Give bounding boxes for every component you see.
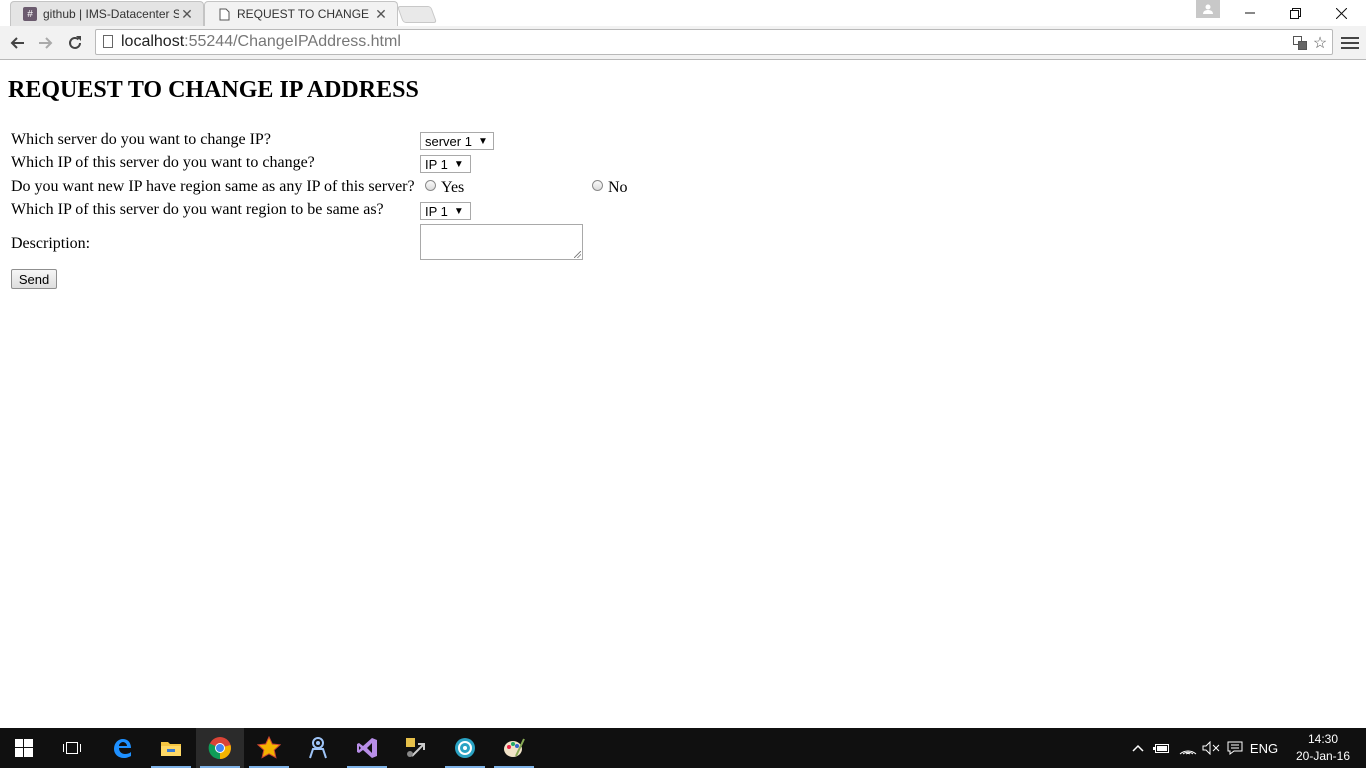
close-tab-icon[interactable]: ✕ <box>179 6 195 23</box>
tab-title: github | IMS-Datacenter Sl <box>43 7 179 21</box>
tab-change-ip[interactable]: REQUEST TO CHANGE IP A ✕ <box>204 1 398 26</box>
description-label: Description: <box>11 235 91 252</box>
visual-studio-icon[interactable] <box>343 728 391 768</box>
tab-title: REQUEST TO CHANGE IP A <box>237 7 373 21</box>
reload-button[interactable] <box>63 31 87 55</box>
language-indicator[interactable]: ENG <box>1248 728 1280 768</box>
region-ip-question-label: Which IP of this server do you want regi… <box>11 201 384 218</box>
region-ip-select[interactable]: IP 1 ▼ <box>420 202 471 220</box>
ip-question-label: Which IP of this server do you want to c… <box>11 154 315 171</box>
show-hidden-icons-icon[interactable] <box>1128 728 1148 768</box>
new-tab-button[interactable] <box>396 6 438 23</box>
send-button[interactable]: Send <box>11 269 57 289</box>
star-app-icon[interactable] <box>245 728 293 768</box>
region-yes-label: Yes <box>441 179 465 196</box>
windows-taskbar: ENG 14:30 20-Jan-16 <box>0 728 1366 768</box>
bookmark-star-icon[interactable]: ☆ <box>1310 33 1330 53</box>
close-window-button[interactable] <box>1318 0 1364 26</box>
server-select[interactable]: server 1 ▼ <box>420 132 494 150</box>
address-bar[interactable]: localhost:55244/ChangeIPAddress.html ☆ <box>95 29 1333 55</box>
start-icon[interactable] <box>0 728 48 768</box>
region-question-label: Do you want new IP have region same as a… <box>11 178 415 195</box>
close-tab-icon[interactable]: ✕ <box>373 6 389 23</box>
forward-button[interactable] <box>34 31 58 55</box>
resize-grip-icon[interactable] <box>574 251 581 258</box>
volume-muted-icon[interactable] <box>1200 728 1222 768</box>
chrome-menu-icon[interactable] <box>1341 33 1359 53</box>
region-no-radio[interactable] <box>592 180 603 191</box>
dropdown-arrow-icon: ▼ <box>453 205 464 217</box>
chrome-icon[interactable] <box>196 728 244 768</box>
reload-icon <box>69 36 81 49</box>
profile-icon[interactable] <box>1196 0 1220 18</box>
edge-icon[interactable] <box>98 728 146 768</box>
url-text: localhost:55244/ChangeIPAddress.html <box>121 33 401 50</box>
tools-app-icon[interactable] <box>392 728 440 768</box>
hash-favicon-icon: # <box>23 7 37 21</box>
clock-date: 20-Jan-16 <box>1295 749 1351 763</box>
region-yes-radio[interactable] <box>425 180 436 191</box>
page-icon <box>103 35 113 48</box>
dropdown-arrow-icon: ▼ <box>477 135 488 147</box>
notification-icon[interactable] <box>1224 728 1246 768</box>
page-content: REQUEST TO CHANGE IP ADDRESS Which serve… <box>0 61 1366 728</box>
dropdown-arrow-icon: ▼ <box>453 158 464 170</box>
ip-select-value: IP 1 <box>425 156 448 172</box>
minimize-button[interactable] <box>1227 0 1273 26</box>
page-favicon-icon <box>217 7 231 21</box>
region-no-label: No <box>608 179 628 196</box>
file-explorer-icon[interactable] <box>147 728 195 768</box>
restore-button[interactable] <box>1272 0 1318 26</box>
back-button[interactable] <box>5 31 29 55</box>
system-clock[interactable]: 14:30 20-Jan-16 <box>1292 731 1354 765</box>
globe-app-icon[interactable] <box>441 728 489 768</box>
task-view-icon[interactable] <box>48 728 96 768</box>
region-ip-select-value: IP 1 <box>425 203 448 219</box>
server-question-label: Which server do you want to change IP? <box>11 131 271 148</box>
paint-app-icon[interactable] <box>490 728 538 768</box>
browser-titlebar: # github | IMS-Datacenter Sl ✕ REQUEST T… <box>0 0 1366 26</box>
page-title: REQUEST TO CHANGE IP ADDRESS <box>8 77 419 103</box>
server-select-value: server 1 <box>425 133 472 149</box>
browser-toolbar: localhost:55244/ChangeIPAddress.html ☆ <box>0 26 1366 60</box>
translate-icon[interactable] <box>1290 33 1310 53</box>
back-arrow-icon <box>10 37 24 49</box>
clock-time: 14:30 <box>1307 732 1339 746</box>
ip-select[interactable]: IP 1 ▼ <box>420 155 471 173</box>
tab-github[interactable]: # github | IMS-Datacenter Sl ✕ <box>10 1 204 26</box>
robot-app-icon[interactable] <box>294 728 342 768</box>
battery-icon[interactable] <box>1151 728 1173 768</box>
forward-arrow-icon <box>39 37 53 49</box>
network-icon[interactable] <box>1176 728 1200 768</box>
description-textarea[interactable] <box>420 224 583 260</box>
